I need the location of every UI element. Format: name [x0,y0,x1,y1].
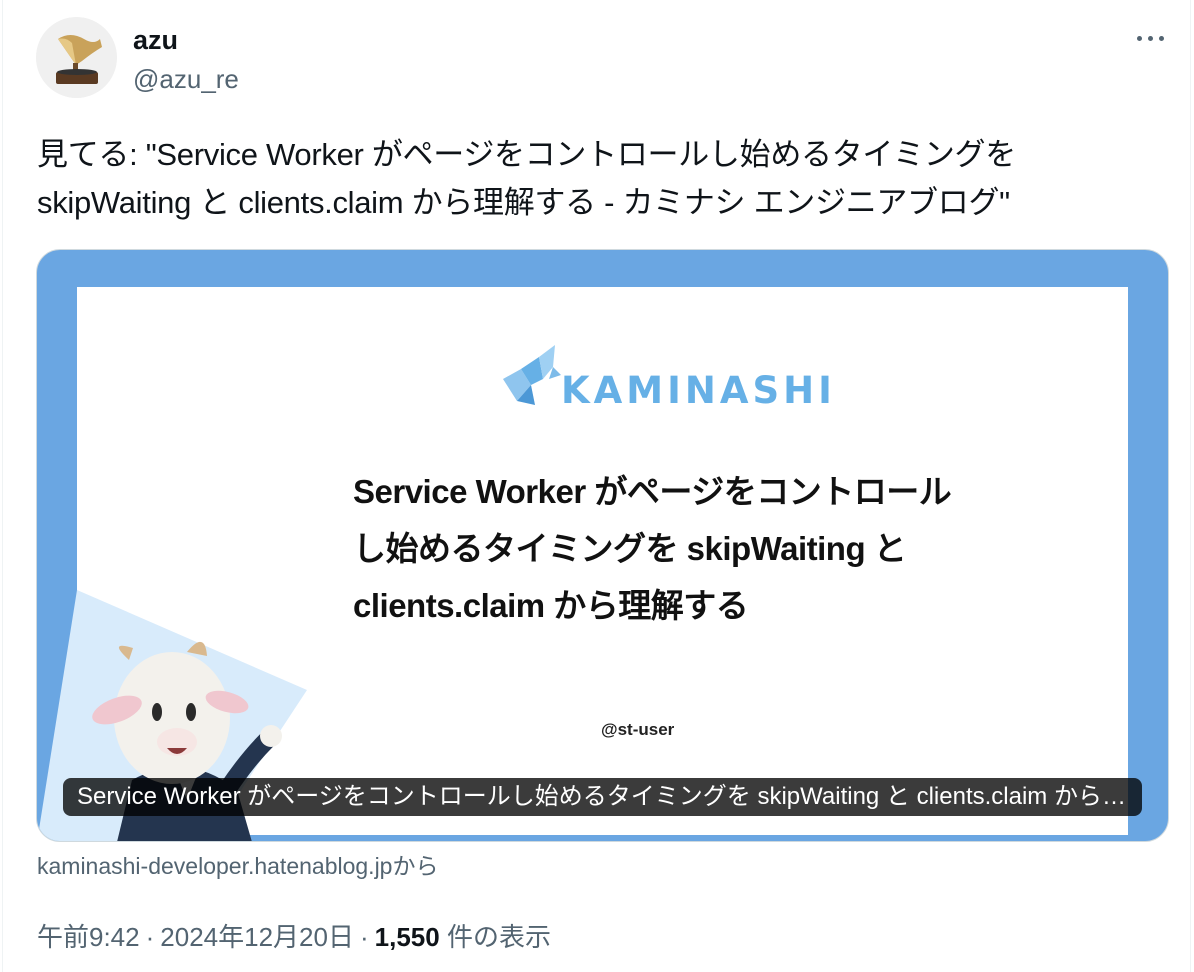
author-display-name[interactable]: azu [133,24,178,56]
more-horizontal-icon [1136,35,1142,41]
column-border-right [1190,0,1191,972]
gramophone-avatar-icon [36,17,117,98]
more-options-button[interactable] [1128,26,1172,50]
avatar[interactable] [36,17,117,98]
slide-title: Service Worker がページをコントロールし始めるタイミングを ski… [353,473,952,624]
tweet-text: 見てる: "Service Worker がページをコントロールし始めるタイミン… [37,137,1025,220]
slide-author: @st-user [601,720,675,739]
separator: · [359,922,369,952]
tweet-date[interactable]: 2024年12月20日 [160,922,354,952]
separator: · [145,922,155,952]
card-title-caption: Service Worker がページをコントロールし始めるタイミングを ski… [63,778,1142,816]
link-card[interactable]: KAMINASHI Service Worker がページをコントロールし始める… [36,249,1169,842]
views-count: 1,550 [374,922,440,952]
more-horizontal-icon [1158,35,1164,41]
kaminashi-logo: KAMINASHI [497,339,832,419]
card-source-link[interactable]: kaminashi-developer.hatenablog.jpから [37,850,438,882]
tweet-time[interactable]: 午前9:42 [37,922,140,952]
more-horizontal-icon [1147,35,1153,41]
goat-logo-icon [503,345,561,405]
logo-text: KAMINASHI [561,369,836,412]
column-border-left [2,0,3,972]
views-label: 件の表示 [446,922,551,952]
author-handle[interactable]: @azu_re [133,63,239,95]
tweet-meta: 午前9:42 · 2024年12月20日 · 1,550 件の表示 [37,919,551,955]
